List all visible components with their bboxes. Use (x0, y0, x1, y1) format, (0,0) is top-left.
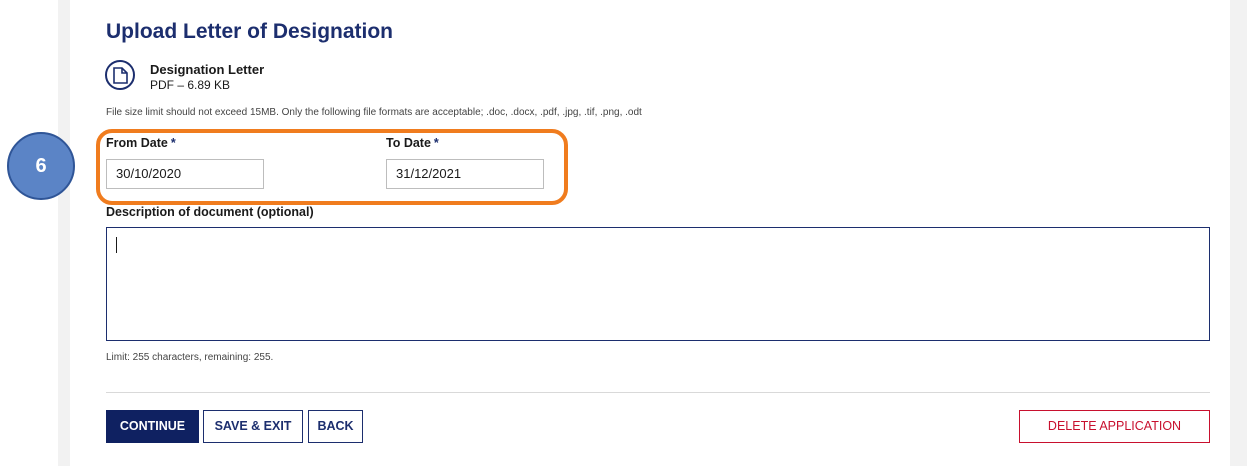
delete-application-button[interactable]: DELETE APPLICATION (1019, 410, 1210, 443)
document-icon (105, 60, 135, 90)
description-label: Description of document (optional) (106, 205, 314, 219)
left-page-rail (58, 0, 70, 466)
back-button[interactable]: BACK (308, 410, 363, 443)
page-title: Upload Letter of Designation (106, 20, 394, 43)
continue-button[interactable]: CONTINUE (106, 410, 199, 443)
divider (106, 392, 1210, 393)
save-exit-button[interactable]: SAVE & EXIT (203, 410, 303, 443)
uploaded-document-meta: PDF – 6.89 KB (150, 78, 231, 92)
step-number-badge: 6 (7, 132, 75, 200)
character-limit-text: Limit: 255 characters, remaining: 255. (106, 352, 274, 363)
description-textarea[interactable] (106, 227, 1210, 341)
right-page-rail (1230, 0, 1247, 466)
uploaded-document-name[interactable]: Designation Letter (150, 62, 264, 77)
date-fields-highlight (96, 129, 568, 205)
file-size-hint: File size limit should not exceed 15MB. … (106, 107, 642, 118)
text-caret (116, 237, 117, 253)
